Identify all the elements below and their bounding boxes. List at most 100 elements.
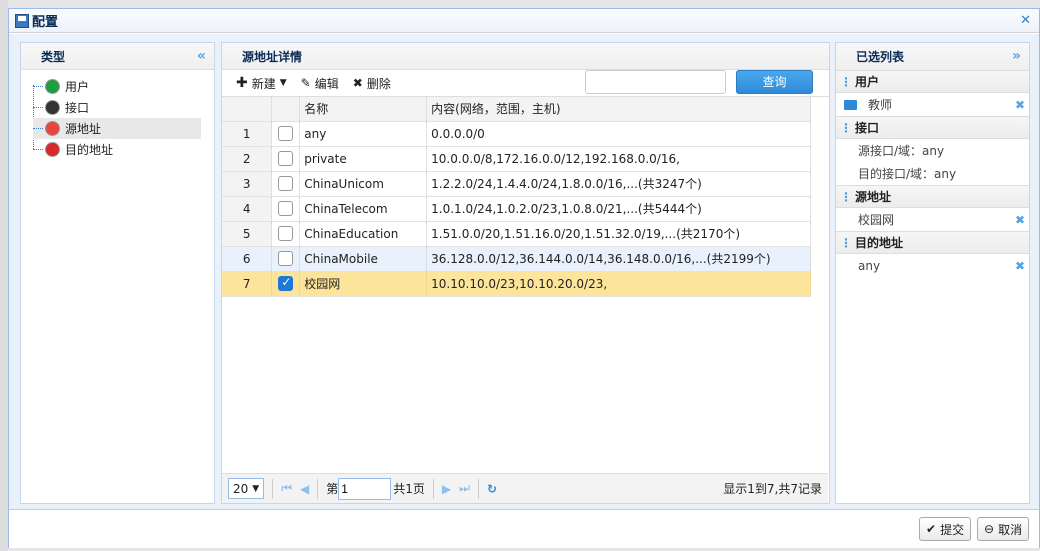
search-input[interactable]: [585, 70, 726, 94]
row-number: 7: [222, 271, 273, 297]
row-name: ChinaUnicom: [299, 171, 428, 197]
remove-icon[interactable]: ✖: [1015, 98, 1025, 112]
selected-item: 目的接口/域：any: [858, 167, 957, 181]
table-row[interactable]: 7 校园网 10.10.10.0/23,10.10.20.0/23,: [222, 271, 811, 297]
plus-icon: ✚: [236, 75, 248, 91]
collapse-right-icon[interactable]: »: [1012, 48, 1021, 64]
table-row[interactable]: 3 ChinaUnicom 1.2.2.0/24,1.4.4.0/24,1.8.…: [222, 171, 811, 197]
remove-icon[interactable]: ✖: [1015, 259, 1025, 273]
record-summary: 显示1到7,共7记录: [723, 482, 822, 496]
row-checkbox[interactable]: [278, 126, 294, 141]
total-pages: 共1页: [393, 482, 425, 496]
selected-item: 校园网 ✖: [858, 212, 1025, 228]
chevron-down-icon: ▼: [252, 483, 260, 494]
selected-list-panel: 已选列表 » 用户教师✖接口源接口/域：any 目的接口/域：any 源地址校园网✖ 目…: [835, 42, 1030, 504]
row-number: 5: [222, 221, 273, 247]
remove-icon[interactable]: ✖: [1015, 213, 1025, 227]
collapse-left-icon[interactable]: «: [197, 48, 206, 64]
flag-icon: [45, 142, 60, 157]
row-number: 3: [222, 171, 273, 197]
delete-button[interactable]: ✖ 删除: [353, 75, 391, 92]
next-page-icon[interactable]: ▶: [442, 482, 451, 496]
tree-node[interactable]: 用户: [33, 76, 201, 97]
title-bar: 配置: [9, 9, 1039, 33]
col-num: [222, 97, 273, 122]
row-number: 4: [222, 196, 273, 222]
row-content: 0.0.0.0/0: [426, 121, 811, 147]
first-page-icon[interactable]: ⏮: [281, 481, 292, 496]
col-content: 内容(网络，范围，主机): [426, 97, 811, 122]
background-window: [0, 0, 8, 551]
edit-icon: ✎: [300, 76, 311, 90]
row-number: 1: [222, 121, 273, 147]
close-icon[interactable]: ✕: [1020, 13, 1031, 28]
folder-icon: [844, 99, 857, 110]
dialog-footer: ✔ 提交 ⊖ 取消: [9, 509, 1039, 548]
table-row[interactable]: 2 private 10.0.0.0/8,172.16.0.0/12,192.1…: [222, 146, 811, 172]
detail-panel-title: 源地址详情: [242, 49, 303, 64]
floppy-disk-icon: [15, 13, 29, 28]
row-name: ChinaEducation: [299, 221, 428, 247]
table-row[interactable]: 1 any 0.0.0.0/0: [222, 121, 811, 147]
submit-button[interactable]: ✔ 提交: [919, 517, 972, 541]
table-row[interactable]: 6 ChinaMobile 36.128.0.0/12,36.144.0.0/1…: [222, 246, 811, 272]
page-input[interactable]: [338, 477, 392, 500]
type-panel: 类型 « 用户 接口 源地址 目的地址: [20, 42, 215, 504]
prev-page-icon[interactable]: ◀: [300, 482, 309, 496]
toolbar: ✚ 新建 ▼ ✎ 编辑 ✖ 删除 查询: [222, 70, 829, 97]
check-icon: ✔: [926, 522, 937, 536]
tree-node[interactable]: 接口: [33, 97, 201, 118]
row-checkbox[interactable]: [278, 176, 294, 191]
col-name: 名称: [299, 97, 428, 122]
row-name: any: [299, 121, 428, 147]
type-tree: 用户 接口 源地址 目的地址: [21, 70, 214, 160]
interface-icon: [45, 100, 60, 115]
table-row[interactable]: 5 ChinaEducation 1.51.0.0/20,1.51.16.0/2…: [222, 221, 811, 247]
row-number: 6: [222, 246, 273, 272]
tree-node[interactable]: 源地址: [33, 118, 201, 139]
col-check: [271, 97, 301, 122]
selected-item: 源接口/域：any: [858, 144, 945, 158]
refresh-icon[interactable]: ↻: [487, 482, 497, 496]
row-content: 1.0.1.0/24,1.0.2.0/23,1.0.8.0/21,...(共54…: [426, 196, 811, 222]
last-page-icon[interactable]: ⏭: [459, 481, 470, 496]
selected-section-header: 源地址: [836, 185, 1029, 208]
x-icon: ✖: [352, 76, 363, 90]
tree-node[interactable]: 目的地址: [33, 139, 201, 160]
row-content: 36.128.0.0/12,36.144.0.0/14,36.148.0.0/1…: [426, 246, 811, 272]
address-table: 名称 内容(网络，范围，主机) 1 any 0.0.0.0/0 2 private…: [222, 97, 811, 297]
row-checkbox[interactable]: [278, 251, 294, 266]
query-button[interactable]: 查询: [736, 70, 813, 94]
page-label: 第: [326, 482, 339, 496]
row-name: 校园网: [299, 271, 428, 297]
selected-section-header: 用户: [836, 70, 1029, 93]
selected-section-header: 接口: [836, 116, 1029, 139]
row-content: 1.2.2.0/24,1.4.4.0/24,1.8.0.0/16,...(共32…: [426, 171, 811, 197]
page-size-select[interactable]: 20 ▼: [228, 478, 265, 499]
dialog-title: 配置: [32, 15, 59, 30]
row-content: 1.51.0.0/20,1.51.16.0/20,1.51.32.0/19,..…: [426, 221, 811, 247]
cancel-button[interactable]: ⊖ 取消: [977, 517, 1030, 541]
selected-item: any ✖: [858, 258, 1025, 273]
pagination-bar: 20▼ ⏮ ◀ 第 共1页 ▶ ⏭ ↻ 显示1到7,共7记录: [222, 473, 828, 503]
row-checkbox[interactable]: [278, 201, 294, 216]
row-checkbox[interactable]: [278, 275, 294, 291]
user-icon: [45, 79, 60, 94]
minus-circle-icon: ⊖: [984, 522, 995, 536]
location-pin-icon: [45, 121, 60, 136]
row-checkbox[interactable]: [278, 151, 294, 166]
table-row[interactable]: 4 ChinaTelecom 1.0.1.0/24,1.0.2.0/23,1.0…: [222, 196, 811, 222]
caret-down-icon[interactable]: ▼: [280, 78, 287, 88]
selected-section-header: 目的地址: [836, 231, 1029, 254]
selected-item: 教师 ✖: [836, 93, 1029, 116]
row-checkbox[interactable]: [278, 226, 294, 241]
row-number: 2: [222, 146, 273, 172]
row-name: ChinaMobile: [299, 246, 428, 272]
edit-button[interactable]: ✎ 编辑: [301, 75, 339, 92]
new-button[interactable]: ✚ 新建 ▼: [236, 75, 287, 92]
row-content: 10.10.10.0/23,10.10.20.0/23,: [426, 271, 811, 297]
config-dialog: 配置 ✕ 类型 « 用户 接口 源地址 目的地址 源地址详情 ✚ 新建 ▼ ✎ 编辑 ✖ 删除 …: [8, 8, 1040, 548]
selected-list-title: 已选列表: [856, 50, 905, 64]
row-name: ChinaTelecom: [299, 196, 428, 222]
type-panel-title: 类型: [41, 49, 66, 64]
